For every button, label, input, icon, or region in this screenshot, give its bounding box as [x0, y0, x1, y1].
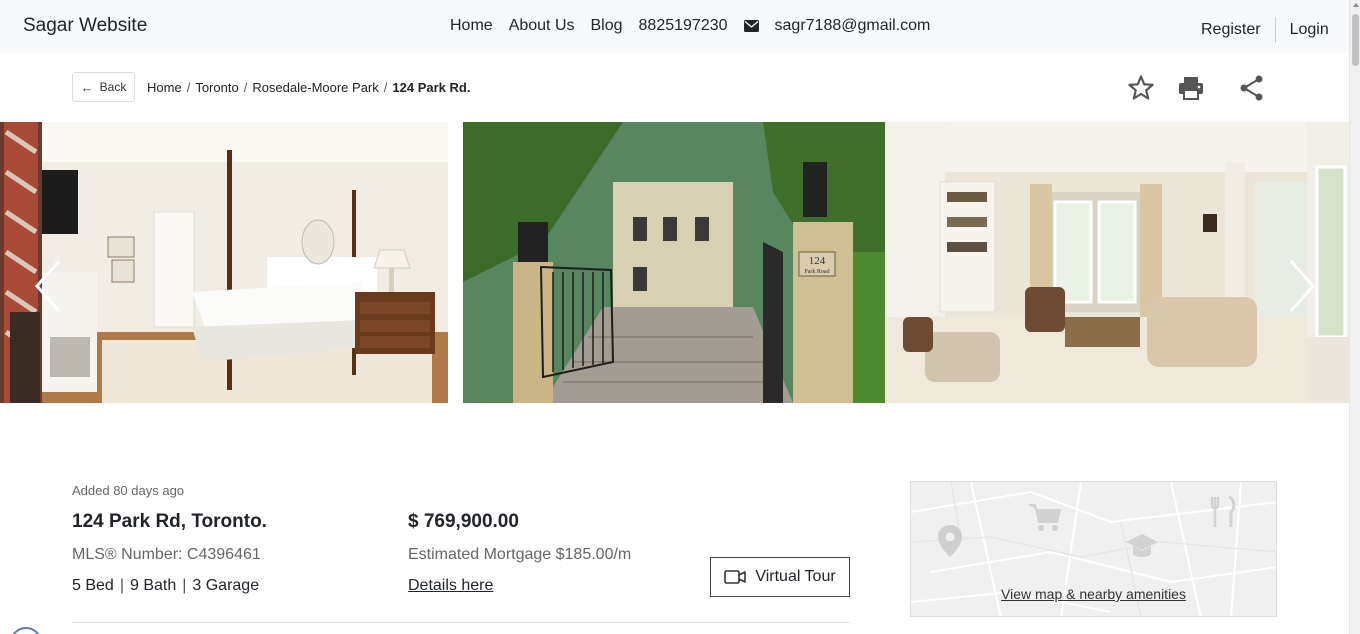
listing-baths: 9 Bath	[129, 577, 177, 594]
brand-logo[interactable]: Sagar Website	[23, 15, 147, 37]
listing-mls-number: MLS® Number: C4396461	[72, 546, 261, 563]
listing-features: 5 Bed | 9 Bath | 3 Garage	[72, 577, 259, 595]
nav-links: Home About Us Blog 8825197230 sagr7188@g…	[450, 17, 946, 35]
arrow-left-icon: ←	[80, 79, 94, 95]
gate-street-sign: Park Road	[804, 269, 829, 275]
breadcrumb-city[interactable]: Toronto	[195, 80, 238, 95]
feature-separator: |	[119, 577, 124, 594]
photo-gallery[interactable]: 124 Park Road	[0, 122, 1349, 403]
scroll-up-arrow[interactable]	[1353, 3, 1359, 7]
nav-home-link[interactable]: Home	[450, 17, 493, 35]
nav-phone[interactable]: 8825197230	[639, 17, 728, 35]
listing-garage: 3 Garage	[192, 577, 260, 594]
virtual-tour-label: Virtual Tour	[755, 568, 836, 585]
chat-widget-button[interactable]	[10, 627, 42, 634]
listing-added-date: Added 80 days ago	[72, 483, 185, 498]
breadcrumb-separator: /	[243, 80, 248, 95]
virtual-tour-button[interactable]: Virtual Tour	[710, 557, 850, 597]
scroll-thumb[interactable]	[1352, 14, 1359, 66]
listing-address: 124 Park Rd, Toronto.	[72, 511, 267, 532]
star-icon[interactable]	[1127, 74, 1155, 102]
nav-about-link[interactable]: About Us	[509, 17, 575, 35]
feature-separator: |	[182, 577, 187, 594]
register-link[interactable]: Register	[1201, 21, 1261, 39]
breadcrumb-home[interactable]: Home	[147, 80, 182, 95]
breadcrumb-current: 124 Park Rd.	[392, 80, 471, 95]
section-divider	[72, 622, 850, 623]
listing-beds: 5 Bed	[72, 577, 114, 594]
gallery-photo-exterior[interactable]: 124 Park Road	[463, 122, 885, 403]
view-map-link[interactable]: View map & nearby amenities	[911, 586, 1276, 602]
breadcrumb-separator: /	[186, 80, 191, 95]
back-button[interactable]: ← Back	[72, 72, 135, 102]
shopping-cart-icon	[1029, 504, 1062, 531]
nav-divider	[1274, 17, 1276, 43]
gallery-prev-arrow[interactable]	[33, 259, 63, 313]
page-scrollbar[interactable]	[1349, 0, 1360, 634]
envelope-icon	[743, 20, 759, 32]
listing-price: $ 769,900.00	[408, 511, 519, 532]
breadcrumb-neighbourhood[interactable]: Rosedale-Moore Park	[252, 80, 378, 95]
auth-links: Register Login	[1201, 17, 1329, 43]
school-cap-icon	[1126, 534, 1158, 557]
printer-icon[interactable]	[1177, 74, 1205, 102]
breadcrumb-separator: /	[383, 80, 388, 95]
location-pin-icon	[938, 525, 962, 557]
nav-blog-link[interactable]: Blog	[591, 17, 623, 35]
map-preview-card[interactable]: View map & nearby amenities	[910, 481, 1277, 617]
share-icon[interactable]	[1238, 74, 1266, 102]
gallery-next-arrow[interactable]	[1287, 259, 1317, 313]
login-link[interactable]: Login	[1290, 21, 1329, 39]
mortgage-details-link[interactable]: Details here	[408, 577, 493, 595]
top-navbar: Sagar Website Home About Us Blog 8825197…	[0, 0, 1349, 53]
breadcrumb: Home / Toronto / Rosedale-Moore Park / 1…	[147, 80, 470, 95]
gallery-photo-living-room[interactable]	[885, 122, 1307, 403]
gallery-photo-bedroom[interactable]	[42, 122, 463, 403]
gate-number-sign: 124	[809, 255, 826, 267]
video-camera-icon	[724, 570, 747, 584]
restaurant-icon	[1210, 496, 1236, 527]
nav-email[interactable]: sagr7188@gmail.com	[775, 17, 931, 35]
estimated-mortgage: Estimated Mortgage $185.00/m	[408, 546, 632, 563]
back-label: Back	[99, 80, 127, 94]
